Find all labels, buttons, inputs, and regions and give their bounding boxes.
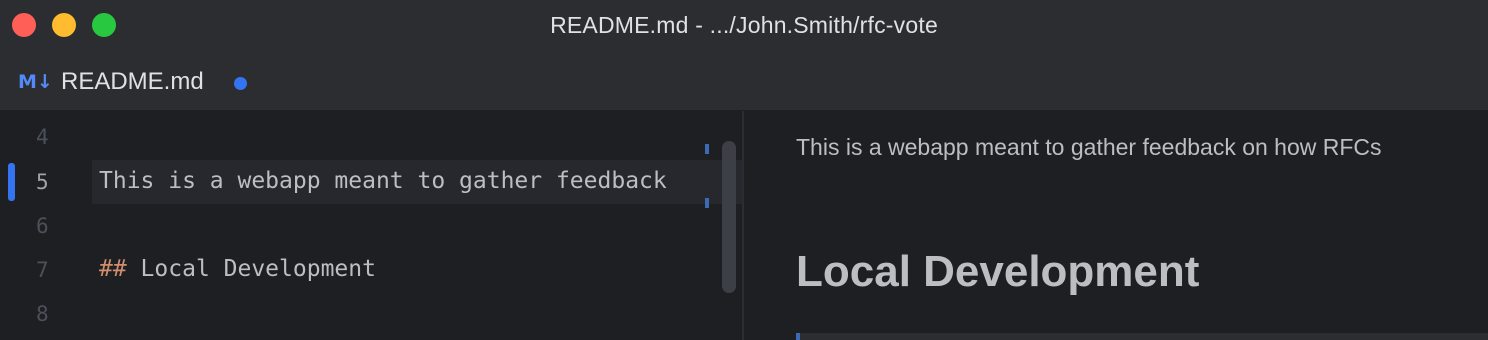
ide-window: README.md - .../John.Smith/rfc-vote M↓ R…: [0, 0, 1488, 340]
window-title: README.md - .../John.Smith/rfc-vote: [550, 12, 938, 38]
preview-code-block: [796, 333, 1488, 340]
scroll-marker: [705, 198, 709, 208]
line-number: 7: [36, 258, 49, 282]
line-number: 4: [36, 125, 49, 149]
tab-label: README.md: [61, 68, 204, 95]
vcs-change-marker[interactable]: [8, 163, 15, 201]
line-number: 8: [36, 302, 49, 326]
title-bar: README.md - .../John.Smith/rfc-vote: [0, 0, 1488, 52]
scroll-marker: [705, 144, 709, 154]
editor-tab-bar: M↓ README.md: [0, 52, 1488, 111]
vertical-scrollbar[interactable]: [722, 141, 736, 293]
markdown-heading-marker: ##: [99, 256, 127, 282]
preview-paragraph: This is a webapp meant to gather feedbac…: [796, 134, 1382, 160]
code-editor[interactable]: 4 5 6 7 8 This is a webapp meant to gath…: [0, 111, 742, 340]
line-number: 5: [36, 170, 49, 194]
markdown-icon: M↓: [18, 71, 53, 93]
code-line: This is a webapp meant to gather feedbac…: [99, 168, 667, 194]
code-line: ## Local Development: [99, 256, 376, 282]
preview-heading: Local Development: [796, 247, 1200, 296]
line-number: 6: [36, 214, 49, 238]
tab-readme[interactable]: M↓ README.md: [0, 52, 272, 110]
modified-indicator: [234, 77, 247, 90]
markdown-preview: This is a webapp meant to gather feedbac…: [744, 111, 1488, 340]
code-text: Local Development: [126, 256, 376, 282]
line-number-gutter: 4 5 6 7 8: [0, 111, 92, 340]
